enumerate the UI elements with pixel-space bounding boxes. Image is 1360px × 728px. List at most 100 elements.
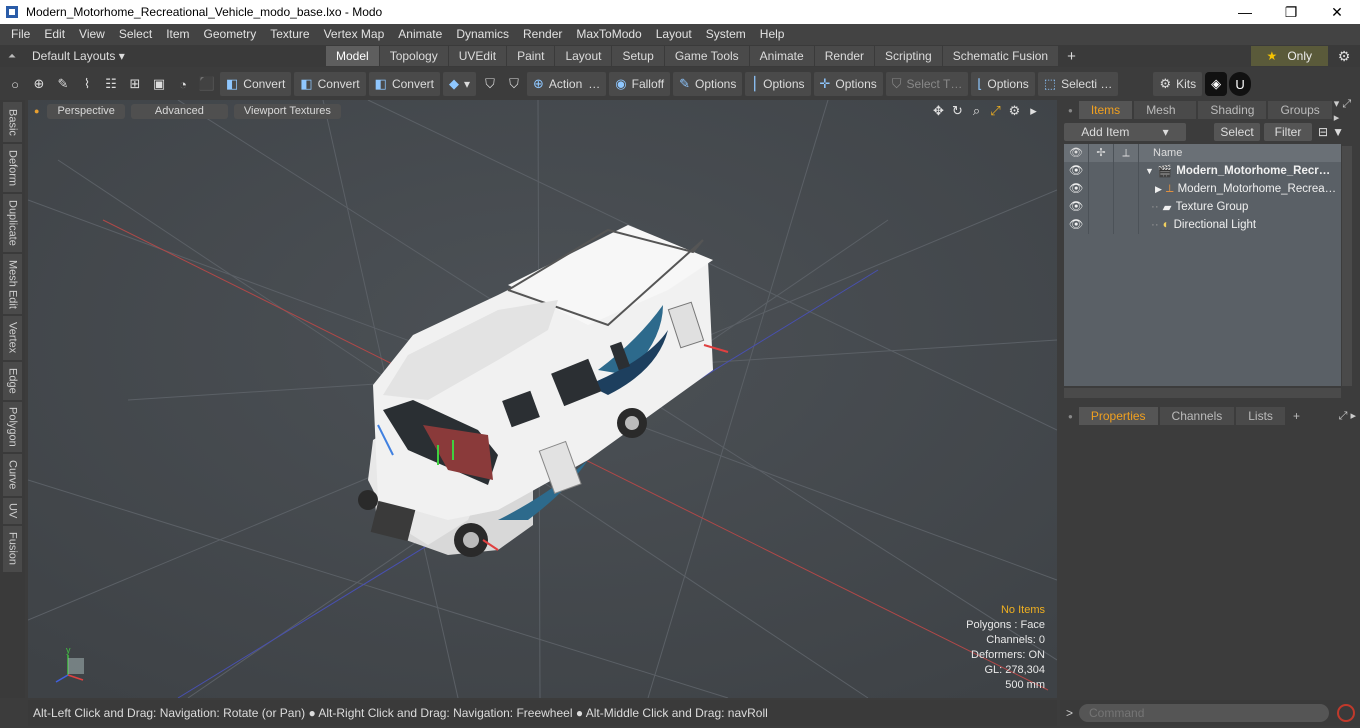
menu-help[interactable]: Help <box>753 24 792 45</box>
panel-menu-icon[interactable]: ▾ ⤢ ▸ <box>1334 97 1360 124</box>
options-button-3[interactable]: ✛ Options <box>813 72 883 96</box>
items-vertical-scrollbar[interactable] <box>1342 146 1352 386</box>
tab-scripting[interactable]: Scripting <box>875 46 942 66</box>
items-horizontal-scrollbar[interactable] <box>1064 388 1341 398</box>
collapse-icon[interactable]: ⊟ <box>1318 125 1328 139</box>
polygons-icon[interactable]: ⊞ <box>124 72 146 96</box>
menu-maxtomodo[interactable]: MaxToModo <box>569 24 648 45</box>
list-item[interactable]: 👁 ·· ◐ Directional Light <box>1064 216 1341 234</box>
menu-dynamics[interactable]: Dynamics <box>449 24 516 45</box>
tab-paint[interactable]: Paint <box>507 46 555 66</box>
eye-icon[interactable]: 👁 <box>1064 162 1089 180</box>
list-item[interactable]: 👁 ▶ ⟂ Modern_Motorhome_Recrea… <box>1064 180 1341 198</box>
viewport-menu-icon[interactable]: ● <box>34 106 39 116</box>
tab-model[interactable]: Model <box>326 46 379 66</box>
settings-icon[interactable]: ⚙ <box>1005 103 1024 119</box>
select-button[interactable]: Select <box>1214 123 1260 141</box>
menu-animate[interactable]: Animate <box>391 24 449 45</box>
menu-item[interactable]: Item <box>159 24 196 45</box>
materials-icon[interactable]: ◔ <box>172 72 194 96</box>
menu-file[interactable]: File <box>4 24 37 45</box>
tab-properties[interactable]: Properties <box>1078 407 1158 425</box>
menu-edit[interactable]: Edit <box>37 24 72 45</box>
tab-layout[interactable]: Layout <box>555 46 612 66</box>
edges-icon[interactable]: ☷ <box>100 72 122 96</box>
cube-dropdown[interactable]: ◆ ▾ <box>442 72 477 96</box>
3d-viewport[interactable]: y ● Perspective Advanced Viewport Textur… <box>28 100 1057 698</box>
list-item[interactable]: 👁 ·· ▰ Texture Group <box>1064 198 1341 216</box>
menu-select[interactable]: Select <box>112 24 159 45</box>
list-item[interactable]: 👁 ▼ 🎬 Modern_Motorhome_Recr… <box>1064 162 1341 180</box>
move-icon[interactable]: ✥ <box>929 103 948 119</box>
expand-arrow-icon[interactable]: ▶ <box>1155 184 1162 195</box>
action-center-button[interactable]: ⊕ Action … <box>527 72 607 96</box>
add-tab-icon[interactable]: + <box>1293 409 1300 423</box>
falloff-button[interactable]: ◉ Falloff <box>609 72 671 96</box>
tab-render[interactable]: Render <box>814 46 875 66</box>
kits-button[interactable]: ⚙ Kits <box>1153 72 1203 96</box>
close-button[interactable]: ✕ <box>1314 0 1360 24</box>
unity-icon[interactable]: ◈ <box>1205 72 1228 96</box>
items-list[interactable]: 👁 ✢ ⟂ Name 👁 ▼ 🎬 Modern_Motorhome_Recr… … <box>1064 144 1341 386</box>
visibility-column-eye-icon[interactable]: 👁 <box>1064 144 1089 162</box>
lock-column-icon[interactable]: ✢ <box>1089 144 1114 162</box>
tab-groups[interactable]: Groups <box>1268 101 1332 119</box>
name-column-header[interactable]: Name <box>1139 147 1182 159</box>
perspective-button[interactable]: Perspective <box>47 103 125 119</box>
eye-icon[interactable]: 👁 <box>1064 198 1089 216</box>
tab-schematic-fusion[interactable]: Schematic Fusion <box>942 46 1059 66</box>
maximize-button[interactable]: ❐ <box>1268 0 1314 24</box>
only-toggle[interactable]: ★ Only <box>1250 46 1328 66</box>
filter-button[interactable]: Filter <box>1264 123 1312 141</box>
tab-shading[interactable]: Shading <box>1198 101 1267 119</box>
collapse-up-icon[interactable]: ⏶ <box>8 51 16 62</box>
tab-lists[interactable]: Lists <box>1236 407 1285 425</box>
tab-animate[interactable]: Animate <box>749 46 814 66</box>
options-button-2[interactable]: ⎮ Options <box>745 72 811 96</box>
default-layouts-dropdown[interactable]: ⏶ Default Layouts ▾ <box>0 49 326 63</box>
tab-basic[interactable]: Basic <box>3 102 22 142</box>
convert-button-3[interactable]: ◧ Convert <box>368 72 440 96</box>
stop-icon[interactable] <box>1337 704 1356 722</box>
expand-arrow-icon[interactable]: ▼ <box>1145 166 1154 176</box>
add-item-button[interactable]: Add Item ▾ <box>1064 123 1186 141</box>
tab-mesh[interactable]: Mesh … <box>1134 101 1197 135</box>
tab-topology[interactable]: Topology <box>379 46 448 66</box>
convert-button-1[interactable]: ◧ Convert <box>220 72 292 96</box>
vertex-mode-icon[interactable]: ○ <box>4 72 26 96</box>
menu-layout[interactable]: Layout <box>649 24 699 45</box>
expand-arrow-icon[interactable]: ▸ <box>1024 103 1043 119</box>
options-button-4[interactable]: ⌊ Options <box>971 72 1035 96</box>
brush-icon[interactable]: ⌇ <box>76 72 98 96</box>
tab-channels[interactable]: Channels <box>1159 407 1235 425</box>
eye-icon[interactable]: 👁 <box>1064 180 1089 198</box>
tab-edge[interactable]: Edge <box>3 362 22 400</box>
convert-button-2[interactable]: ◧ Convert <box>294 72 366 96</box>
tab-vertex[interactable]: Vertex <box>3 316 22 360</box>
zoom-icon[interactable]: ⌕ <box>967 103 986 119</box>
shield-alt-icon[interactable]: ⛉ <box>503 72 525 96</box>
tab-setup[interactable]: Setup <box>612 46 664 66</box>
unreal-icon[interactable]: U <box>1229 72 1252 96</box>
tab-duplicate[interactable]: Duplicate <box>3 194 22 252</box>
menu-system[interactable]: System <box>699 24 753 45</box>
viewport-scene[interactable]: y <box>28 100 1057 698</box>
options-button-1[interactable]: ✎ Options <box>673 72 743 96</box>
menu-geometry[interactable]: Geometry <box>197 24 264 45</box>
tab-mesh-edit[interactable]: Mesh Edit <box>3 254 22 314</box>
gear-icon[interactable]: ⚙ <box>1328 48 1360 65</box>
funnel-icon[interactable]: ▼ <box>1332 125 1344 139</box>
tab-items[interactable]: Items <box>1078 101 1133 119</box>
menu-texture[interactable]: Texture <box>263 24 316 45</box>
tab-polygon[interactable]: Polygon <box>3 402 22 452</box>
viewport-textures-button[interactable]: Viewport Textures <box>233 103 341 119</box>
tab-deform[interactable]: Deform <box>3 144 22 192</box>
panel-menu-icon[interactable]: ⤢ ▸ <box>1339 409 1360 423</box>
shield-icon[interactable]: ⛉ <box>479 72 501 96</box>
fit-icon[interactable]: ⤢ <box>986 103 1005 119</box>
add-tab-icon[interactable]: + <box>1059 48 1084 65</box>
type-column-icon[interactable]: ⟂ <box>1114 144 1139 162</box>
rotate-icon[interactable]: ↻ <box>948 103 967 119</box>
command-input[interactable] <box>1079 704 1330 722</box>
tab-fusion[interactable]: Fusion <box>3 526 22 572</box>
